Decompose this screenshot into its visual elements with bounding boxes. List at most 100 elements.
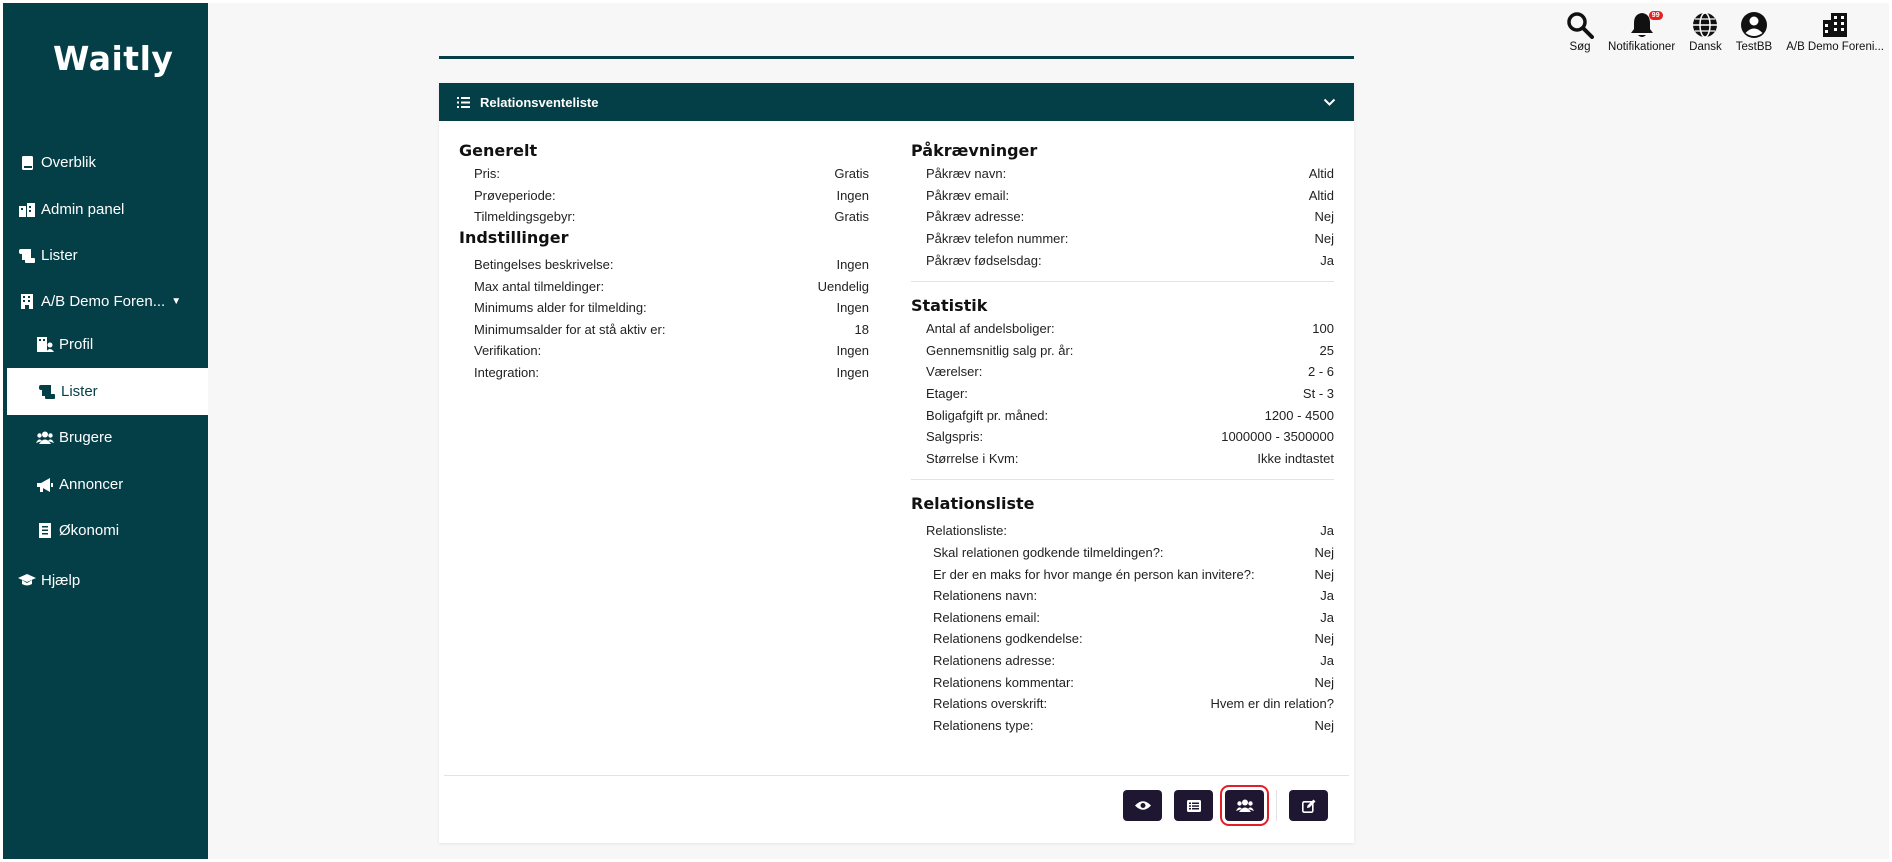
- section-heading-generelt: Generelt: [459, 141, 538, 160]
- detail-value: Nej: [1314, 545, 1334, 561]
- detail-value: Hvem er din relation?: [1210, 696, 1334, 712]
- org-label: A/B Demo Foreni...: [1786, 41, 1884, 53]
- detail-value: Ja: [1320, 252, 1334, 268]
- search-label: Søg: [1569, 41, 1591, 53]
- detail-value: Nej: [1314, 566, 1334, 582]
- detail-label: Gennemsnitlig salg pr. år:: [926, 342, 1074, 358]
- detail-label: Integration:: [474, 365, 540, 381]
- detail-label: Påkræv adresse:: [926, 209, 1025, 225]
- detail-row: Max antal tilmeldinger: Uendelig: [459, 275, 869, 297]
- sidebar-item-annoncer[interactable]: Annoncer: [3, 461, 208, 508]
- statistik-list: Antal af andelsboliger: 100 Gennemsnitlig…: [911, 318, 1334, 469]
- detail-value: Gratis: [834, 166, 869, 182]
- detail-value: 18: [854, 321, 869, 337]
- sidebar-item-hjaelp[interactable]: Hjælp: [3, 557, 208, 604]
- detail-row: Påkræv email: Altid: [911, 185, 1334, 207]
- list-icon: [457, 96, 470, 108]
- org-button[interactable]: A/B Demo Foreni...: [1786, 10, 1884, 53]
- notifications-button[interactable]: 99 Notifikationer: [1608, 10, 1675, 53]
- language-button[interactable]: Dansk: [1689, 10, 1722, 53]
- detail-value: Uendelig: [817, 278, 869, 294]
- detail-label: Verifikation:: [474, 343, 542, 359]
- user-button[interactable]: TestBB: [1736, 10, 1772, 53]
- right-column: Påkrævninger Påkræv navn: Altid Påkræv em…: [911, 141, 1334, 736]
- detail-label: Værelser:: [926, 364, 983, 380]
- detail-row: Gennemsnitlig salg pr. år: 25: [911, 340, 1334, 362]
- detail-label: Relationsliste:: [926, 523, 1007, 539]
- detail-row: Etager: St - 3: [911, 383, 1334, 405]
- detail-label: Etager:: [926, 386, 968, 402]
- detail-row: Prøveperiode: Ingen: [459, 185, 869, 207]
- detail-label: Minimums alder for tilmelding:: [474, 300, 647, 316]
- detail-label: Påkræv navn:: [926, 166, 1007, 182]
- search-icon: [1567, 12, 1595, 39]
- detail-label: Betingelses beskrivelse:: [474, 257, 614, 273]
- sidebar-item-label: Annoncer: [59, 476, 124, 493]
- sidebar-item-org[interactable]: A/B Demo Foren... ▼: [3, 278, 208, 325]
- detail-label: Antal af andelsboliger:: [926, 321, 1055, 337]
- sidebar-item-overblik[interactable]: Overblik: [3, 139, 208, 186]
- detail-row: Minimumsalder for at stå aktiv er: 18: [459, 319, 869, 341]
- detail-label: Størrelse i Kvm:: [926, 450, 1019, 466]
- detail-label: Relationens adresse:: [933, 652, 1056, 668]
- detail-value: 2 - 6: [1307, 364, 1334, 380]
- top-toolbar: Søg 99 Notifikationer Dansk TestBB A/B D…: [1552, 10, 1884, 53]
- detail-row: Boligafgift pr. måned: 1200 - 4500: [911, 404, 1334, 426]
- detail-label: Påkræv telefon nummer:: [926, 231, 1069, 247]
- edit-button[interactable]: [1289, 790, 1328, 821]
- building-user-icon: [36, 337, 54, 353]
- detail-value: Gratis: [834, 209, 869, 225]
- sidebar-item-brugere[interactable]: Brugere: [3, 414, 208, 461]
- detail-label: Er der en maks for hvor mange én person …: [933, 566, 1255, 582]
- detail-row: Relationens godkendelse: Nej: [911, 628, 1334, 650]
- detail-value: Ikke indtastet: [1257, 450, 1334, 466]
- sidebar-item-lister[interactable]: Lister: [3, 232, 208, 279]
- detail-row: Pris: Gratis: [459, 163, 869, 185]
- sidebar-item-lister-active[interactable]: Lister: [3, 368, 208, 415]
- graduation-cap-icon: [18, 573, 36, 589]
- chevron-down-icon[interactable]: [1323, 98, 1336, 107]
- search-button[interactable]: Søg: [1566, 10, 1595, 53]
- detail-row: Størrelse i Kvm: Ikke indtastet: [911, 448, 1334, 470]
- sidebar: Waitly Overblik Admin panel Lister A/B D…: [3, 3, 208, 859]
- logo[interactable]: Waitly: [53, 39, 173, 78]
- detail-value: Ja: [1320, 609, 1334, 625]
- detail-label: Relations overskrift:: [933, 696, 1048, 712]
- indstillinger-list: Betingelses beskrivelse: Ingen Max antal …: [459, 254, 869, 384]
- detail-label: Relationens navn:: [933, 588, 1038, 604]
- users-icon: [1235, 799, 1254, 812]
- scroll-icon: [18, 248, 36, 264]
- relationsliste-list: Relationsliste: Ja Skal relationen godken…: [911, 520, 1334, 736]
- sidebar-item-okonomi[interactable]: Økonomi: [3, 507, 208, 554]
- view-button[interactable]: [1123, 790, 1162, 821]
- card-header[interactable]: Relationsventeliste: [439, 83, 1354, 121]
- user-circle-icon: [1740, 12, 1767, 38]
- list-button[interactable]: [1174, 790, 1213, 821]
- detail-row: Relationsliste: Ja: [911, 520, 1334, 542]
- detail-value: St - 3: [1302, 386, 1334, 402]
- sidebar-item-label: Lister: [61, 383, 98, 400]
- users-button[interactable]: [1220, 785, 1269, 826]
- sidebar-item-label: Profil: [59, 336, 94, 353]
- detail-label: Minimumsalder for at stå aktiv er:: [474, 321, 666, 337]
- sidebar-item-admin-panel[interactable]: Admin panel: [3, 186, 208, 233]
- detail-label: Påkræv email:: [926, 187, 1010, 203]
- sidebar-item-profil[interactable]: Profil: [3, 321, 208, 368]
- sidebar-item-label: Admin panel: [41, 201, 125, 218]
- notification-count-badge: 99: [1648, 11, 1663, 20]
- actions-divider: [1276, 790, 1277, 821]
- globe-icon: [1693, 12, 1718, 38]
- footer-divider: [444, 775, 1349, 776]
- section-divider: [911, 280, 1334, 282]
- scroll-icon: [38, 384, 56, 400]
- edit-icon: [1301, 799, 1315, 813]
- detail-value: Ja: [1320, 588, 1334, 604]
- detail-value: Altid: [1308, 166, 1334, 182]
- detail-label: Pris:: [474, 166, 500, 182]
- list-icon: [1186, 799, 1201, 812]
- detail-label: Prøveperiode:: [474, 187, 556, 203]
- sidebar-item-label: Økonomi: [59, 522, 120, 539]
- detail-value: Nej: [1314, 631, 1334, 647]
- divider-line: [439, 56, 1354, 59]
- detail-row: Minimums alder for tilmelding: Ingen: [459, 297, 869, 319]
